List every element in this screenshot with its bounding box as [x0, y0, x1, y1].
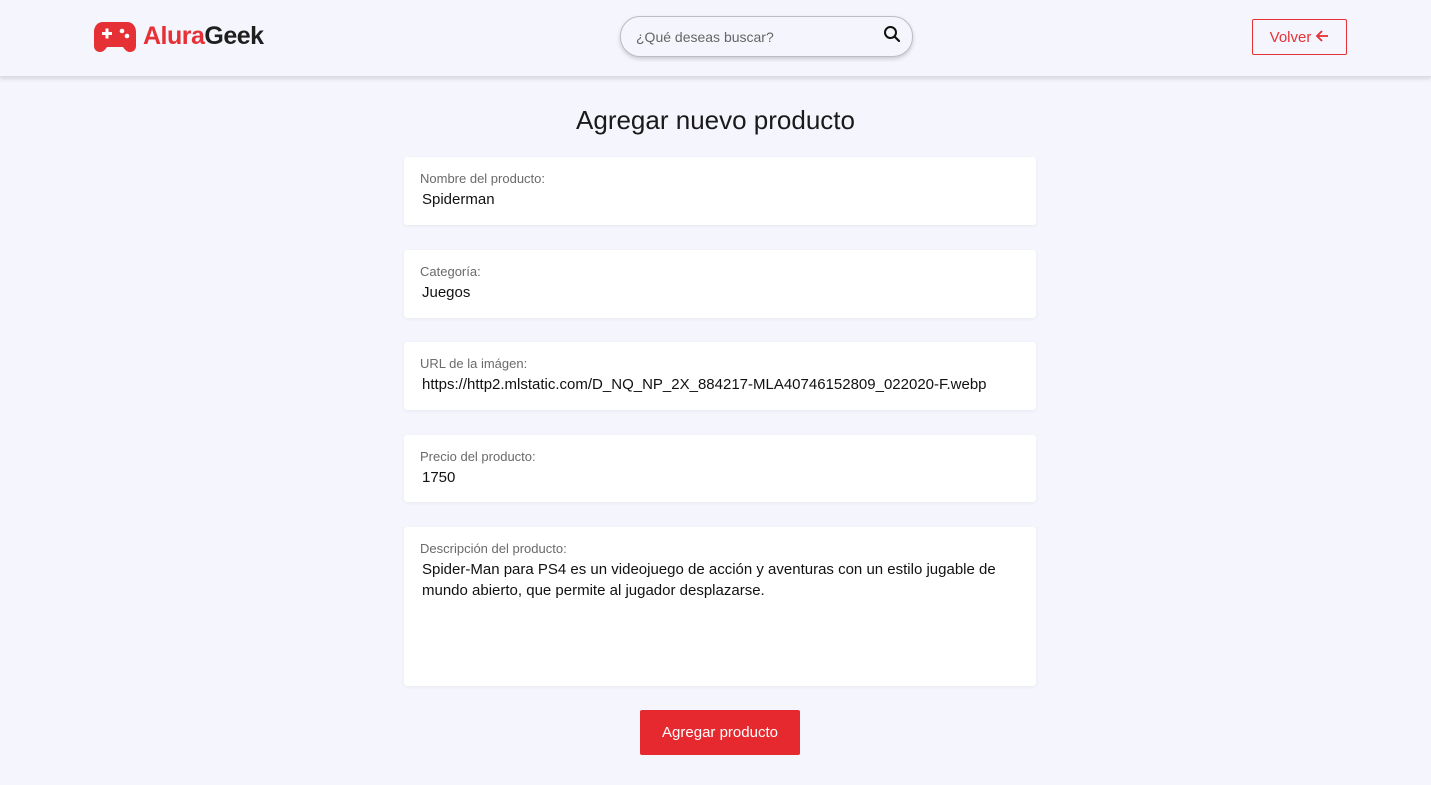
add-product-button[interactable]: Agregar producto — [640, 710, 800, 755]
price-input[interactable] — [420, 467, 1022, 488]
category-field[interactable]: Categoría: — [404, 250, 1036, 318]
brand-name: AluraGeek — [143, 22, 264, 51]
price-field[interactable]: Precio del producto: — [404, 435, 1036, 502]
search-input[interactable] — [621, 17, 872, 56]
search-icon — [883, 25, 901, 48]
page-title: Agregar nuevo producto — [576, 105, 855, 135]
image-url-field[interactable]: URL de la imágen: — [404, 342, 1036, 410]
description-label: Descripción del producto: — [420, 541, 567, 556]
image-url-input[interactable] — [420, 374, 1022, 395]
brand-name-geek: Geek — [204, 22, 264, 50]
price-label: Precio del producto: — [420, 449, 536, 464]
arrow-left-icon — [1315, 29, 1329, 46]
search-button[interactable] — [872, 17, 912, 56]
brand-name-alura: Alura — [143, 22, 205, 50]
category-input[interactable] — [420, 282, 1022, 303]
back-button-label: Volver — [1269, 28, 1312, 46]
description-textarea[interactable]: Spider-Man para PS4 es un videojuego de … — [420, 559, 1022, 669]
product-name-label: Nombre del producto: — [420, 171, 546, 186]
back-button[interactable]: Volver — [1252, 19, 1347, 55]
description-field[interactable]: Descripción del producto: Spider-Man par… — [404, 527, 1036, 686]
image-url-label: URL de la imágen: — [420, 356, 528, 371]
product-name-field[interactable]: Nombre del producto: — [404, 157, 1036, 225]
brand-logo[interactable]: AluraGeek — [93, 20, 264, 53]
search-bar — [620, 16, 913, 57]
product-name-input[interactable] — [420, 189, 1022, 210]
category-label: Categoría: — [420, 264, 481, 279]
site-header: AluraGeek Volver — [0, 0, 1431, 77]
gamepad-icon — [93, 20, 137, 53]
